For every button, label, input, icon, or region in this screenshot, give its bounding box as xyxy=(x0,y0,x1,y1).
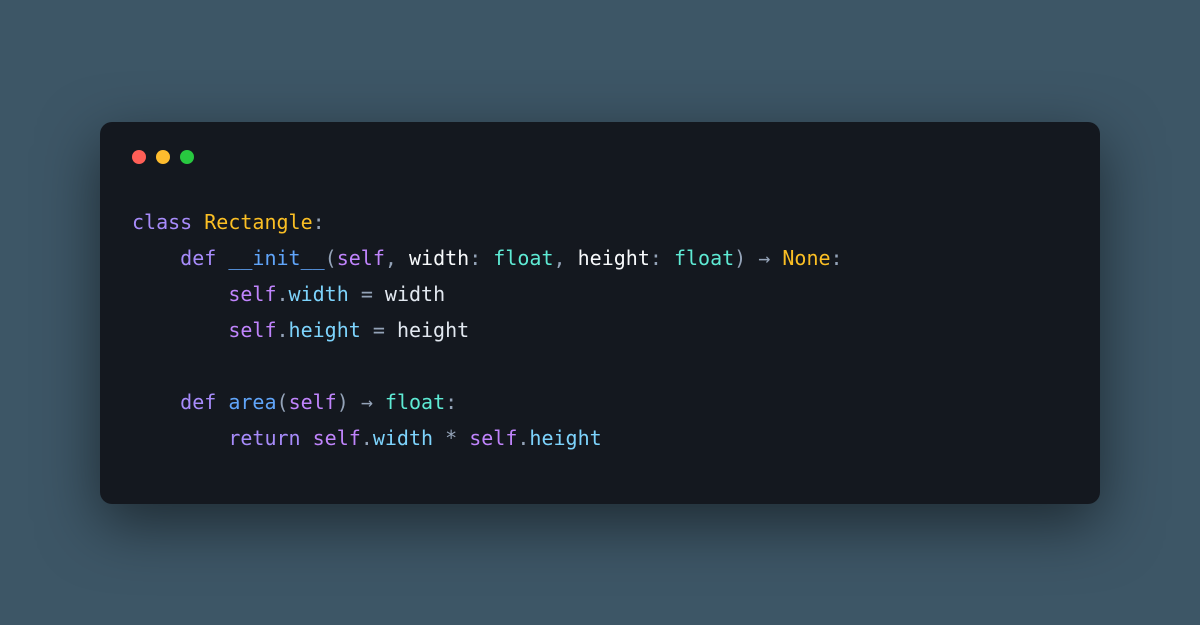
multiply-operator: * xyxy=(445,426,457,450)
class-name: Rectangle xyxy=(204,210,312,234)
keyword-return: return xyxy=(228,426,300,450)
prop-width: width xyxy=(289,282,349,306)
keyword-def: def xyxy=(180,390,216,414)
param-width: width xyxy=(409,246,469,270)
type-float: float xyxy=(674,246,734,270)
param-height: height xyxy=(578,246,650,270)
keyword-class: class xyxy=(132,210,192,234)
code-block: class Rectangle: def __init__(self, widt… xyxy=(132,204,1068,456)
maximize-icon[interactable] xyxy=(180,150,194,164)
type-float: float xyxy=(493,246,553,270)
arrow-icon: → xyxy=(361,390,373,414)
close-icon[interactable] xyxy=(132,150,146,164)
traffic-lights xyxy=(132,150,1068,164)
code-window: class Rectangle: def __init__(self, widt… xyxy=(100,122,1100,504)
minimize-icon[interactable] xyxy=(156,150,170,164)
arrow-icon: → xyxy=(758,246,770,270)
keyword-def: def xyxy=(180,246,216,270)
type-float: float xyxy=(385,390,445,414)
param-self: self xyxy=(337,246,385,270)
function-area: area xyxy=(228,390,276,414)
function-init: __init__ xyxy=(228,246,324,270)
prop-height: height xyxy=(289,318,361,342)
type-none: None xyxy=(782,246,830,270)
